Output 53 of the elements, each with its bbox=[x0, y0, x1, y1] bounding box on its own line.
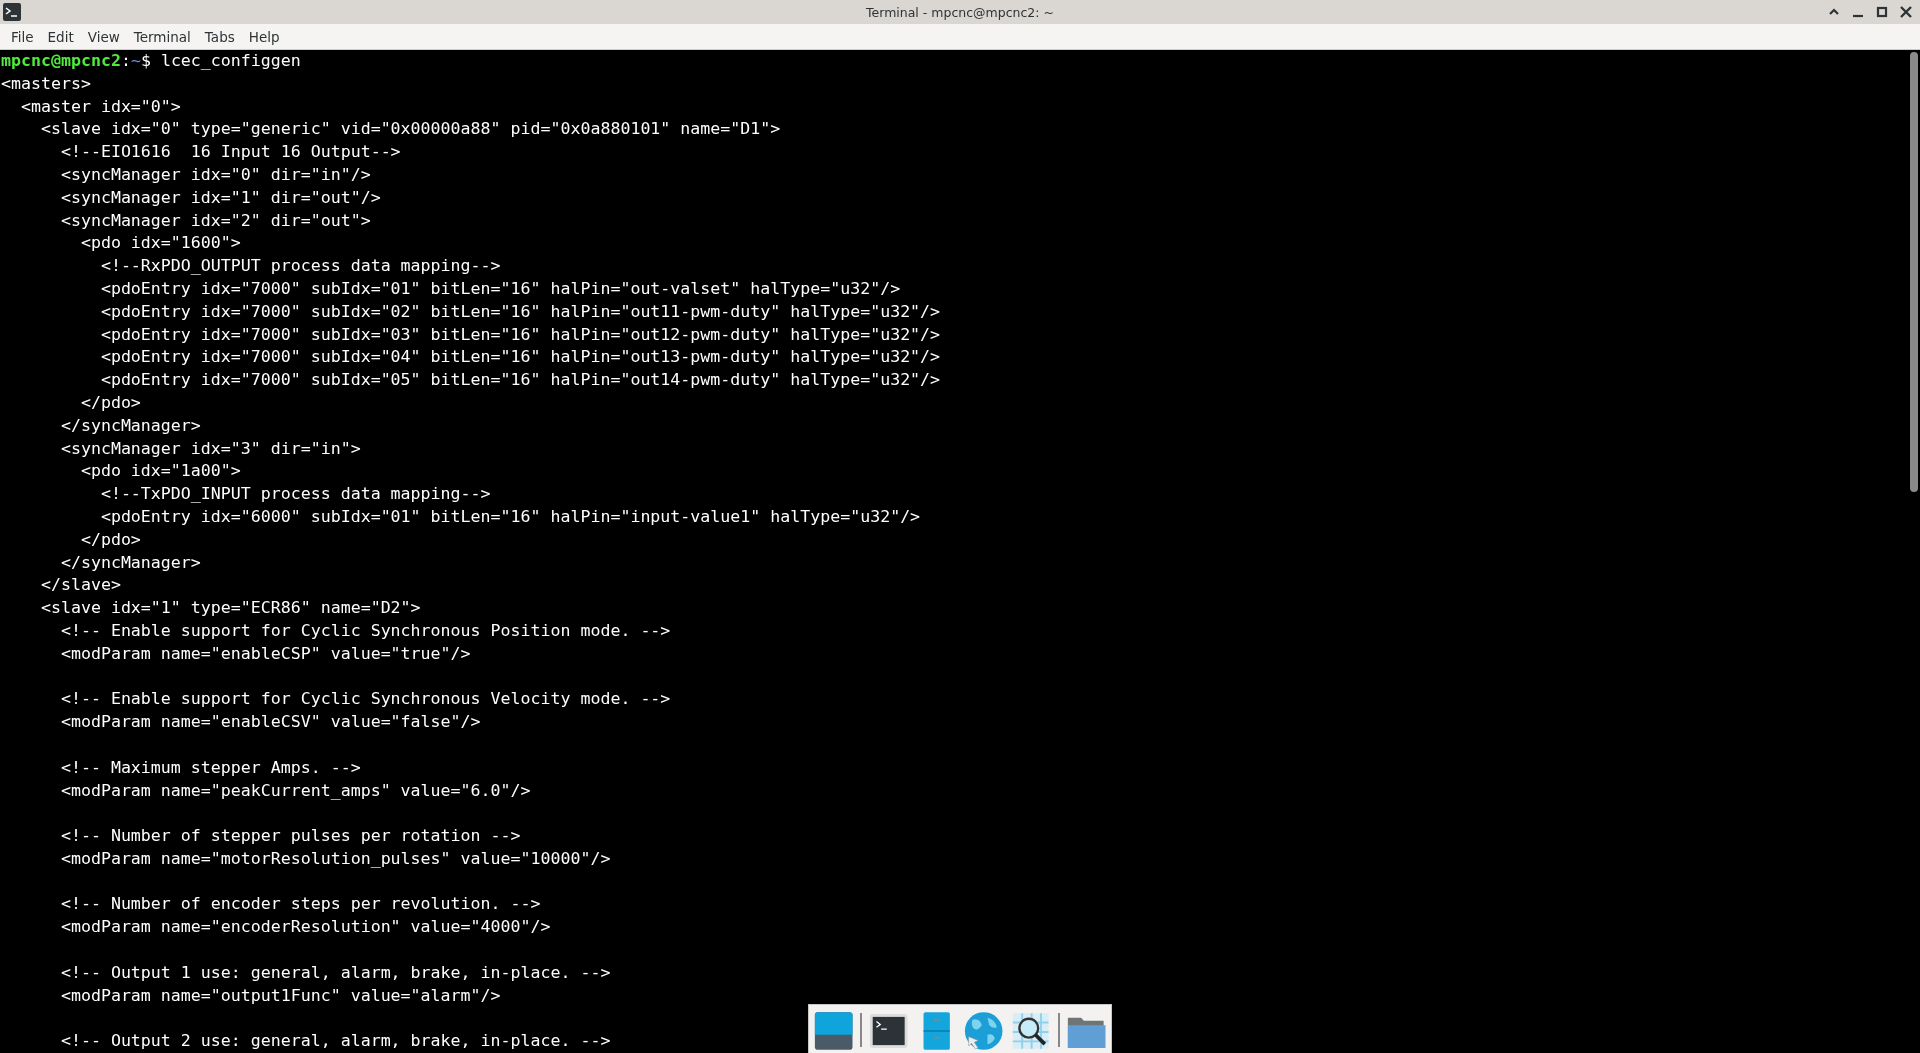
output-line: <pdoEntry idx="7000" subIdx="04" bitLen="16" halPin="out13-pwm-duty" halType="u32"/> bbox=[99, 346, 941, 369]
globe-icon[interactable] bbox=[963, 1009, 1005, 1053]
menu-item[interactable]: Edit bbox=[40, 25, 81, 48]
output-line: <modParam name="motorResolution_pulses" value="10000"/> bbox=[59, 847, 611, 870]
output-line: <pdoEntry idx="7000" subIdx="01" bitLen="16" halPin="out-valset" halType="u32"/> bbox=[99, 277, 901, 300]
menu-item[interactable]: Tabs bbox=[197, 25, 242, 48]
output-line: </pdo> bbox=[79, 528, 141, 551]
output-line: <slave idx="0" type="generic" vid="0x00000a88" pid="0x0a880101" name="D1"> bbox=[39, 118, 781, 141]
output-line: <!-- Output 2 use: general, alarm, brake, in-place. --> bbox=[59, 1030, 611, 1053]
window-title: Terminal - mpcnc@mpcnc2: ~ bbox=[866, 4, 1054, 20]
output-line: <modParam name="peakCurrent_amps" value="6.0"/> bbox=[59, 779, 531, 802]
output-line: <!-- Number of stepper pulses per rotation --> bbox=[59, 825, 521, 848]
output-line: <pdoEntry idx="7000" subIdx="05" bitLen="16" halPin="out14-pwm-duty" halType="u32"/> bbox=[99, 369, 941, 392]
output-line: <syncManager idx="0" dir="in"/> bbox=[59, 164, 371, 186]
output-line: </syncManager> bbox=[59, 551, 201, 574]
output-line: <modParam name="output1Func" value="alarm"/> bbox=[59, 984, 501, 1007]
output-line: <master idx="0"> bbox=[19, 95, 181, 118]
output-line: <!-- Enable support for Cyclic Synchronous Velocity mode. --> bbox=[59, 688, 671, 711]
output-line: <pdo idx="1a00"> bbox=[79, 460, 241, 483]
prompt-symbol: $ bbox=[140, 51, 151, 70]
output-line: <syncManager idx="3" dir="in"> bbox=[59, 437, 361, 460]
output-line: <!-- Maximum stepper Amps. --> bbox=[59, 756, 361, 779]
output-line: <!--TxPDO_INPUT process data mapping--> bbox=[99, 483, 491, 506]
menu-item[interactable]: Help bbox=[241, 25, 287, 48]
output-line: <!-- Output 1 use: general, alarm, brake, in-place. --> bbox=[59, 961, 611, 984]
command-text: lcec_configgen bbox=[160, 51, 301, 70]
output-line: </pdo> bbox=[79, 391, 141, 414]
output-line: <masters> bbox=[1, 72, 91, 95]
menu-item[interactable]: File bbox=[4, 25, 41, 48]
output-line: <modParam name="enableCSV" value="false"/> bbox=[59, 711, 481, 734]
output-line: <slave idx="1" type="ECR86" name="D2"> bbox=[39, 597, 421, 620]
output-line: <pdoEntry idx="7000" subIdx="02" bitLen="16" halPin="out11-pwm-duty" halType="u32"/> bbox=[99, 300, 941, 323]
output-line: <pdoEntry idx="6000" subIdx="01" bitLen="16" halPin="input-value1" halType="u32"/> bbox=[99, 505, 921, 528]
output-line: <!-- Number of encoder steps per revolution. --> bbox=[59, 893, 541, 916]
menu-item[interactable]: Terminal bbox=[126, 25, 198, 48]
prompt-separator: : bbox=[120, 51, 131, 70]
menu-item[interactable]: View bbox=[80, 25, 127, 48]
output-line: <modParam name="encoderResolution" value="4000"/> bbox=[59, 916, 551, 939]
output-line: <syncManager idx="2" dir="out"> bbox=[59, 209, 371, 232]
prompt-user-host: mpcnc@mpcnc2 bbox=[1, 51, 121, 70]
output-line: <pdo idx="1600"> bbox=[79, 232, 241, 255]
output-line: </syncManager> bbox=[59, 414, 201, 437]
desktop-icon[interactable] bbox=[813, 1009, 855, 1053]
terminal-icon bbox=[2, 2, 22, 22]
prompt-path: ~ bbox=[130, 51, 141, 70]
output-line: <!-- Enable support for Cyclic Synchronous Position mode. --> bbox=[59, 619, 671, 642]
output-line: <syncManager idx="1" dir="out"/> bbox=[59, 186, 381, 209]
output-line: <modParam name="enableCSP" value="true"/> bbox=[59, 642, 471, 665]
output-line: <!--RxPDO_OUTPUT process data mapping--> bbox=[99, 255, 501, 278]
output-line: <!--EIO1616 16 Input 16 Output--> bbox=[59, 141, 401, 164]
output-line: <pdoEntry idx="7000" subIdx="03" bitLen="16" halPin="out12-pwm-duty" halType="u32"/> bbox=[99, 323, 941, 346]
output-line: </slave> bbox=[39, 574, 121, 597]
scrollbar-thumb[interactable] bbox=[1910, 52, 1918, 492]
